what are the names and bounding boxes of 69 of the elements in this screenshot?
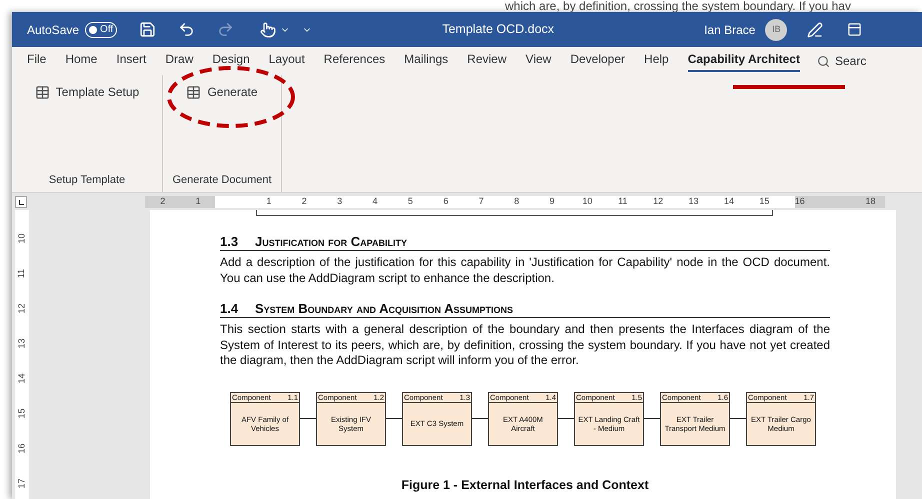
user-avatar[interactable]: IB bbox=[765, 18, 788, 40]
ruler-number: 16 bbox=[16, 444, 28, 454]
group-label: Setup Template bbox=[48, 172, 126, 188]
ruler-number: 6 bbox=[443, 196, 448, 206]
tab-stop-icon[interactable] bbox=[15, 196, 27, 208]
ruler-number: 1 bbox=[196, 196, 201, 206]
ruler-number: 17 bbox=[16, 478, 28, 488]
ruler-number: 2 bbox=[160, 196, 166, 206]
undo-icon[interactable] bbox=[178, 21, 196, 38]
connector-line bbox=[558, 418, 574, 419]
connector-line bbox=[730, 418, 746, 419]
group-label: Generate Document bbox=[172, 172, 272, 188]
connector-line bbox=[472, 418, 488, 419]
connector-line bbox=[300, 418, 316, 419]
ribbon-tab[interactable]: Home bbox=[65, 50, 98, 72]
ruler-number: 12 bbox=[653, 196, 664, 206]
ribbon-tab[interactable]: References bbox=[324, 50, 386, 72]
connector-line bbox=[644, 418, 660, 419]
ruler-number: 10 bbox=[16, 234, 28, 244]
body-paragraph: Add a description of the justification for this capability in 'Justification for Capability' node in the OCD document. You can use the AddDiagram script to enhance the description. bbox=[220, 255, 830, 286]
ruler-number: 12 bbox=[16, 304, 28, 314]
ribbon-tab[interactable]: Review bbox=[467, 50, 507, 72]
table-icon bbox=[186, 84, 202, 100]
ruler-number: 14 bbox=[16, 374, 28, 384]
touch-mode-icon[interactable] bbox=[260, 22, 276, 38]
ruler-number: 16 bbox=[794, 196, 805, 206]
ribbon-tab[interactable]: File bbox=[27, 50, 46, 72]
ruler-number: 3 bbox=[337, 196, 342, 206]
ribbon-tab[interactable]: View bbox=[526, 50, 552, 72]
ruler-number: 2 bbox=[302, 196, 307, 206]
ribbon-display-icon[interactable] bbox=[847, 22, 862, 37]
pen-icon[interactable] bbox=[807, 22, 824, 38]
ruler-number: 15 bbox=[759, 196, 770, 206]
figure-caption: Figure 1 - External Interfaces and Context bbox=[401, 476, 649, 494]
ribbon-tab[interactable]: Design bbox=[212, 50, 250, 72]
autosave-toggle[interactable]: Off bbox=[85, 22, 118, 38]
ruler-number: 14 bbox=[724, 196, 734, 206]
ribbon-tab[interactable]: Developer bbox=[570, 50, 626, 72]
section-heading: 1.4 System Boundary and Acquisition Assumptions bbox=[220, 300, 830, 318]
section-heading: 1.3 Justification for Capability bbox=[220, 233, 830, 251]
ruler-number: 13 bbox=[16, 338, 28, 348]
ruler-number: 1 bbox=[266, 196, 272, 206]
ribbon-button[interactable]: Template Setup bbox=[32, 81, 142, 103]
window-title: Template OCD.docx bbox=[442, 21, 554, 38]
ribbon-tab[interactable]: Layout bbox=[268, 50, 305, 72]
ruler-number: 8 bbox=[514, 196, 520, 206]
ruler-number: 18 bbox=[866, 196, 876, 206]
body-paragraph: This section starts with a general description of the boundary and then presents the Interfaces diagram of the System of Interest to its peers, which are, by definition, crossing the system boundary. If you have not yet created the diagram, then the AddDiagram script will inform you of the error. bbox=[220, 322, 830, 368]
ruler-number: 11 bbox=[16, 268, 28, 278]
ruler-number: 5 bbox=[408, 196, 413, 206]
ribbon-tab[interactable]: Mailings bbox=[404, 50, 448, 72]
connector-line bbox=[386, 418, 402, 419]
ruler-number: 10 bbox=[582, 196, 592, 206]
ruler-number: 9 bbox=[549, 196, 554, 206]
ribbon-tab[interactable]: Help bbox=[644, 50, 669, 72]
user-name: Ian Brace bbox=[704, 22, 756, 38]
ribbon-tab[interactable]: Insert bbox=[116, 50, 146, 72]
ruler-number: 13 bbox=[688, 196, 699, 206]
ruler-number: 7 bbox=[478, 196, 484, 206]
search-label[interactable]: Searc bbox=[834, 52, 866, 70]
autosave-label: AutoSave bbox=[27, 22, 80, 38]
save-icon[interactable] bbox=[139, 21, 156, 38]
ruler-number: 15 bbox=[16, 408, 28, 418]
table-icon bbox=[34, 84, 50, 100]
search-icon[interactable] bbox=[816, 54, 830, 68]
ruler-number: 4 bbox=[372, 196, 378, 206]
ruler-number: 11 bbox=[618, 196, 628, 206]
ribbon-tab[interactable]: Capability Architect bbox=[688, 50, 800, 72]
ribbon-tab[interactable]: Draw bbox=[165, 50, 194, 72]
